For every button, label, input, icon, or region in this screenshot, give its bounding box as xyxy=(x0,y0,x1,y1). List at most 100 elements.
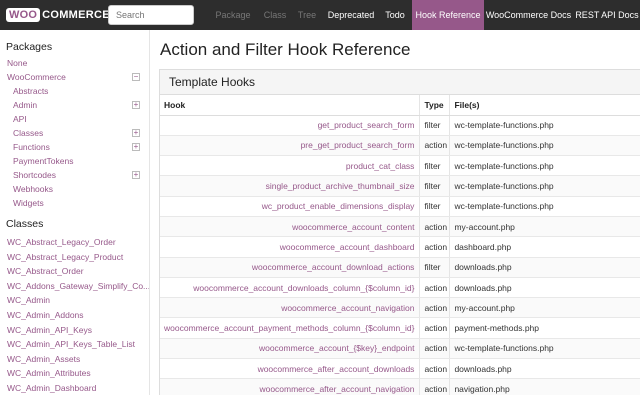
template-hooks-panel: Template Hooks Hook Type File(s) get_pro… xyxy=(159,69,640,395)
column-header-type: Type xyxy=(419,95,451,116)
sidebar-class-link[interactable]: WC_Admin_Attributes xyxy=(0,366,149,381)
hook-type: action xyxy=(419,338,451,360)
table-row: get_product_search_form filter wc-template… xyxy=(160,115,640,136)
hook-link[interactable]: woocommerce_after_account_downloads xyxy=(160,358,421,380)
hook-type: filter xyxy=(419,155,451,177)
main-content: Action and Filter Hook Reference Templat… xyxy=(150,30,640,395)
collapse-icon[interactable]: − xyxy=(132,73,140,81)
hook-link[interactable]: woocommerce_account_content xyxy=(160,216,421,238)
sidebar-package-label: None xyxy=(7,58,28,68)
table-row: product_cat_class filter wc-template-funct… xyxy=(160,155,640,177)
hooks-table: Hook Type File(s) get_product_search_for… xyxy=(160,95,640,395)
hook-link[interactable]: woocommerce_account_navigation xyxy=(160,297,421,319)
nav-item-deprecated[interactable]: Deprecated xyxy=(325,0,377,30)
sidebar-package-none[interactable]: None xyxy=(0,56,149,70)
hook-link[interactable]: woocommerce_account_dashboard xyxy=(160,236,421,258)
table-row: single_product_archive_thumbnail_size fil… xyxy=(160,175,640,197)
sidebar-package-woocommerce[interactable]: WooCommerce − xyxy=(0,70,149,84)
sidebar-class-link[interactable]: WC_Abstract_Legacy_Product xyxy=(0,250,149,265)
sidebar-class-link[interactable]: WC_Admin_Assets xyxy=(0,352,149,367)
sidebar-class-link[interactable]: WC_Admin xyxy=(0,293,149,308)
hook-link[interactable]: product_cat_class xyxy=(160,155,421,177)
hook-type: filter xyxy=(419,257,451,278)
logo-woo-text: WOO xyxy=(6,8,41,22)
sidebar-package-functions[interactable]: Functions + xyxy=(0,140,149,154)
hook-type: action xyxy=(419,135,451,157)
table-row: woocommerce_account_navigation action my-a… xyxy=(160,297,640,319)
hook-link[interactable]: get_product_search_form xyxy=(160,115,421,136)
expand-icon[interactable]: + xyxy=(132,171,140,179)
hook-file: wc-template-functions.php xyxy=(449,135,640,157)
sidebar-package-paymenttokens[interactable]: PaymentTokens xyxy=(0,154,149,168)
sidebar-package-label: PaymentTokens xyxy=(13,156,74,166)
search-input[interactable] xyxy=(108,5,194,25)
woocommerce-logo[interactable]: WOO COMMERCE xyxy=(6,6,110,24)
sidebar-package-api[interactable]: API xyxy=(0,112,149,126)
logo-commerce-text: COMMERCE xyxy=(42,9,110,21)
hook-link[interactable]: woocommerce_account_{$key}_endpoint xyxy=(160,338,421,360)
nav-item-class[interactable]: Class xyxy=(260,0,290,30)
hook-file: downloads.php xyxy=(449,257,640,278)
hook-file: downloads.php xyxy=(449,277,640,299)
nav-item-package[interactable]: Package xyxy=(206,0,260,30)
column-header-hook: Hook xyxy=(160,95,421,116)
sidebar: Packages None WooCommerce − Abstracts Admin +… xyxy=(0,30,150,395)
top-navbar: WOO COMMERCE PackageClassTreeDeprecatedT… xyxy=(0,0,640,30)
table-row: woocommerce_account_downloads_column_{$c… xyxy=(160,277,640,299)
table-header-row: Hook Type File(s) xyxy=(160,95,640,116)
nav-item-hook-reference[interactable]: Hook Reference xyxy=(412,0,484,30)
classes-list: WC_Abstract_Legacy_Order WC_Abstract_Lega… xyxy=(0,235,149,395)
hook-type: filter xyxy=(419,115,451,136)
sidebar-package-admin[interactable]: Admin + xyxy=(0,98,149,112)
sidebar-package-label: Webhooks xyxy=(13,184,54,194)
hook-link[interactable]: woocommerce_account_payment_methods_colu… xyxy=(160,317,421,339)
table-row: woocommerce_account_{$key}_endpoint actio… xyxy=(160,338,640,360)
sidebar-class-link[interactable]: WC_Admin_Addons xyxy=(0,308,149,323)
sidebar-class-link[interactable]: WC_Admin_Dashboard xyxy=(0,381,149,395)
hook-link[interactable]: woocommerce_account_downloads_column_{$c… xyxy=(160,277,421,299)
nav-item-rest-api-docs[interactable]: REST API Docs xyxy=(574,0,640,30)
sidebar-package-label: Classes xyxy=(13,128,44,138)
hook-link[interactable]: wc_product_enable_dimensions_display xyxy=(160,196,421,217)
hook-link[interactable]: woocommerce_account_download_actions xyxy=(160,257,421,278)
hook-link[interactable]: single_product_archive_thumbnail_size xyxy=(160,175,421,197)
hook-file: payment-methods.php xyxy=(449,317,640,339)
hook-type: action xyxy=(419,378,451,395)
sidebar-package-label: API xyxy=(13,114,27,124)
table-row: woocommerce_account_dashboard action dashb… xyxy=(160,236,640,258)
expand-icon[interactable]: + xyxy=(132,143,140,151)
sidebar-package-widgets[interactable]: Widgets xyxy=(0,196,149,210)
hook-link[interactable]: pre_get_product_search_form xyxy=(160,135,421,157)
sidebar-package-abstracts[interactable]: Abstracts xyxy=(0,84,149,98)
packages-list: None WooCommerce − Abstracts Admin + API Classe… xyxy=(0,56,149,210)
sidebar-package-webhooks[interactable]: Webhooks xyxy=(0,182,149,196)
sidebar-package-label: Widgets xyxy=(13,198,44,208)
table-row: woocommerce_account_payment_methods_colu… xyxy=(160,317,640,339)
nav-item-todo[interactable]: Todo xyxy=(380,0,410,30)
nav-item-tree[interactable]: Tree xyxy=(291,0,323,30)
page-title: Action and Filter Hook Reference xyxy=(160,40,411,59)
sidebar-package-label: Shortcodes xyxy=(13,170,56,180)
sidebar-package-classes[interactable]: Classes + xyxy=(0,126,149,140)
classes-heading: Classes xyxy=(6,218,44,230)
sidebar-class-link[interactable]: WC_Admin_API_Keys_Table_List xyxy=(0,337,149,352)
sidebar-class-link[interactable]: WC_Admin_API_Keys xyxy=(0,323,149,338)
sidebar-class-link[interactable]: WC_Abstract_Order xyxy=(0,264,149,279)
hook-file: dashboard.php xyxy=(449,236,640,258)
expand-icon[interactable]: + xyxy=(132,129,140,137)
table-row: pre_get_product_search_form action wc-temp… xyxy=(160,135,640,157)
sidebar-class-link[interactable]: WC_Addons_Gateway_Simplify_Co... xyxy=(0,279,149,294)
table-row: woocommerce_after_account_downloads actio… xyxy=(160,358,640,380)
sidebar-package-shortcodes[interactable]: Shortcodes + xyxy=(0,168,149,182)
packages-heading: Packages xyxy=(6,41,53,53)
expand-icon[interactable]: + xyxy=(132,101,140,109)
hook-file: wc-template-functions.php xyxy=(449,155,640,177)
hook-type: action xyxy=(419,317,451,339)
hook-file: wc-template-functions.php xyxy=(449,175,640,197)
hook-file: downloads.php xyxy=(449,358,640,380)
hook-type: action xyxy=(419,216,451,238)
sidebar-package-label: Admin xyxy=(13,100,38,110)
nav-item-woocommerce-docs[interactable]: WooCommerce Docs xyxy=(484,0,573,30)
sidebar-class-link[interactable]: WC_Abstract_Legacy_Order xyxy=(0,235,149,250)
hook-link[interactable]: woocommerce_after_account_navigation xyxy=(160,378,421,395)
